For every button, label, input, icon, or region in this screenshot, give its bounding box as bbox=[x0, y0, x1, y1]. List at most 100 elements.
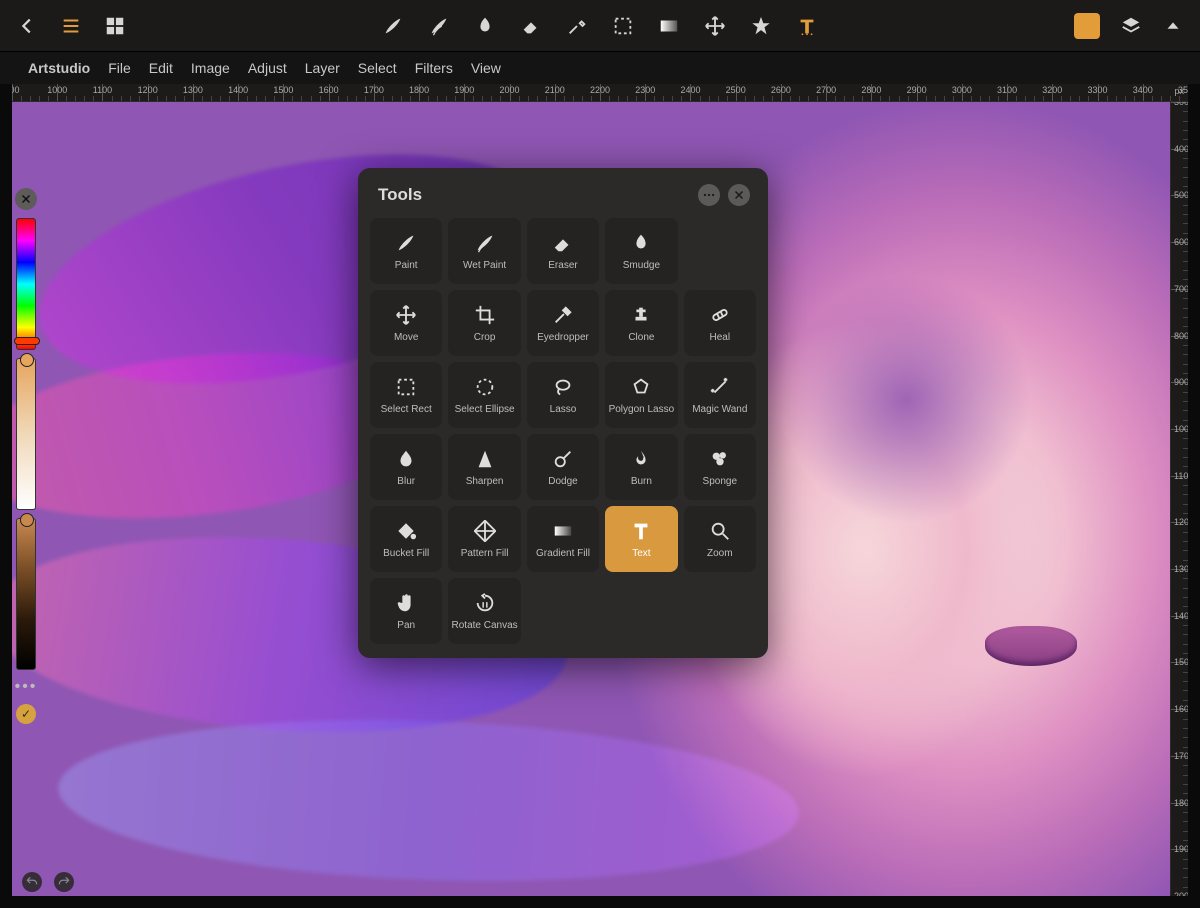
menu-filters[interactable]: Filters bbox=[415, 60, 453, 76]
tool-zoom[interactable]: Zoom bbox=[684, 506, 756, 572]
ruler-right-label: 2000 bbox=[1174, 891, 1188, 896]
eraser-icon bbox=[551, 231, 575, 255]
dodge-icon bbox=[551, 447, 575, 471]
ruler-right-label: 1000 bbox=[1174, 424, 1188, 434]
more-icon[interactable]: ••• bbox=[15, 678, 38, 696]
paint-icon[interactable] bbox=[382, 15, 404, 37]
tool-smudge[interactable]: Smudge bbox=[605, 218, 677, 284]
tools-more-icon[interactable] bbox=[698, 184, 720, 206]
tools-close-icon[interactable] bbox=[728, 184, 750, 206]
eraser-icon[interactable] bbox=[520, 15, 542, 37]
tool-paint[interactable]: Paint bbox=[370, 218, 442, 284]
layers-icon[interactable] bbox=[1120, 15, 1142, 37]
app-name[interactable]: Artstudio bbox=[28, 60, 90, 76]
ruler-top-label: 1100 bbox=[93, 85, 112, 95]
ruler-top-label: 3500 bbox=[1178, 85, 1188, 95]
confirm-color-icon[interactable]: ✓ bbox=[16, 704, 36, 724]
paint-icon bbox=[394, 231, 418, 255]
wet-paint-icon[interactable] bbox=[428, 15, 450, 37]
select-rect-icon[interactable] bbox=[612, 15, 634, 37]
ruler-top-label: 3000 bbox=[952, 85, 972, 95]
grid-icon[interactable] bbox=[104, 15, 126, 37]
ruler-top-label: 2500 bbox=[726, 85, 746, 95]
hue-slider[interactable] bbox=[16, 218, 36, 350]
crop-icon bbox=[473, 303, 497, 327]
menu-icon[interactable] bbox=[60, 15, 82, 37]
tool-pan[interactable]: Pan bbox=[370, 578, 442, 644]
menu-layer[interactable]: Layer bbox=[305, 60, 340, 76]
tool-polylasso[interactable]: Polygon Lasso bbox=[605, 362, 677, 428]
sponge-icon bbox=[708, 447, 732, 471]
move-icon[interactable] bbox=[704, 15, 726, 37]
topbar-tools bbox=[382, 15, 818, 37]
tool-label: Heal bbox=[710, 333, 731, 343]
tool-lasso[interactable]: Lasso bbox=[527, 362, 599, 428]
tool-eraser[interactable]: Eraser bbox=[527, 218, 599, 284]
color-swatch[interactable] bbox=[1074, 13, 1100, 39]
tool-pattern[interactable]: Pattern Fill bbox=[448, 506, 520, 572]
close-dock-icon[interactable] bbox=[15, 188, 37, 210]
menu-edit[interactable]: Edit bbox=[149, 60, 173, 76]
ruler-right[interactable]: 3004005006007008009001000110012001300140… bbox=[1170, 102, 1188, 896]
ruler-top-label: 1900 bbox=[454, 85, 474, 95]
tool-clone[interactable]: Clone bbox=[605, 290, 677, 356]
collapse-icon[interactable] bbox=[1162, 15, 1184, 37]
tool-blur[interactable]: Blur bbox=[370, 434, 442, 500]
tool-move[interactable]: Move bbox=[370, 290, 442, 356]
tool-selrect[interactable]: Select Rect bbox=[370, 362, 442, 428]
tool-label: Clone bbox=[628, 333, 654, 343]
tool-label: Paint bbox=[395, 261, 418, 271]
tool-label: Bucket Fill bbox=[383, 549, 429, 559]
favorite-icon[interactable] bbox=[750, 15, 772, 37]
shade-slider[interactable] bbox=[16, 518, 36, 670]
menu-image[interactable]: Image bbox=[191, 60, 230, 76]
tool-eyedrop[interactable]: Eyedropper bbox=[527, 290, 599, 356]
eyedropper-icon[interactable] bbox=[566, 15, 588, 37]
ruler-right-label: 1500 bbox=[1174, 657, 1188, 667]
ruler-right-label: 1600 bbox=[1174, 704, 1188, 714]
back-icon[interactable] bbox=[16, 15, 38, 37]
tool-wet[interactable]: Wet Paint bbox=[448, 218, 520, 284]
ruler-top-label: 1700 bbox=[364, 85, 384, 95]
pattern-icon bbox=[473, 519, 497, 543]
tool-rotate[interactable]: Rotate Canvas bbox=[448, 578, 520, 644]
tool-label: Smudge bbox=[623, 261, 660, 271]
smudge-icon[interactable] bbox=[474, 15, 496, 37]
menu-select[interactable]: Select bbox=[358, 60, 397, 76]
tint-slider[interactable] bbox=[16, 358, 36, 510]
tool-crop[interactable]: Crop bbox=[448, 290, 520, 356]
tool-sponge[interactable]: Sponge bbox=[684, 434, 756, 500]
tool-label: Sharpen bbox=[466, 477, 504, 487]
menu-file[interactable]: File bbox=[108, 60, 131, 76]
smudge-icon bbox=[629, 231, 653, 255]
ruler-top[interactable]: px 9001000110012001300140015001600170018… bbox=[12, 84, 1188, 102]
tool-label: Text bbox=[632, 549, 650, 559]
tool-wand[interactable]: Magic Wand bbox=[684, 362, 756, 428]
menu-adjust[interactable]: Adjust bbox=[248, 60, 287, 76]
tool-heal[interactable]: Heal bbox=[684, 290, 756, 356]
tool-text[interactable]: Text bbox=[605, 506, 677, 572]
menu-view[interactable]: View bbox=[471, 60, 501, 76]
ruler-right-label: 400 bbox=[1174, 144, 1188, 154]
ruler-top-label: 2800 bbox=[861, 85, 881, 95]
tool-bucket[interactable]: Bucket Fill bbox=[370, 506, 442, 572]
ruler-right-label: 1300 bbox=[1174, 564, 1188, 574]
tool-gradient[interactable]: Gradient Fill bbox=[527, 506, 599, 572]
undo-icon[interactable] bbox=[22, 872, 42, 892]
redo-icon[interactable] bbox=[54, 872, 74, 892]
tool-label: Blur bbox=[397, 477, 415, 487]
tool-burn[interactable]: Burn bbox=[605, 434, 677, 500]
gradient-icon[interactable] bbox=[658, 15, 680, 37]
ruler-top-label: 3400 bbox=[1133, 85, 1153, 95]
ruler-top-label: 1200 bbox=[138, 85, 158, 95]
tool-label: Lasso bbox=[550, 405, 577, 415]
tool-sharpen[interactable]: Sharpen bbox=[448, 434, 520, 500]
text-icon[interactable] bbox=[796, 15, 818, 37]
bucket-icon bbox=[394, 519, 418, 543]
ruler-top-label: 1400 bbox=[228, 85, 248, 95]
tool-label: Rotate Canvas bbox=[452, 621, 518, 631]
tool-selell[interactable]: Select Ellipse bbox=[448, 362, 520, 428]
tool-dodge[interactable]: Dodge bbox=[527, 434, 599, 500]
ruler-right-label: 1200 bbox=[1174, 517, 1188, 527]
tool-label: Crop bbox=[474, 333, 496, 343]
